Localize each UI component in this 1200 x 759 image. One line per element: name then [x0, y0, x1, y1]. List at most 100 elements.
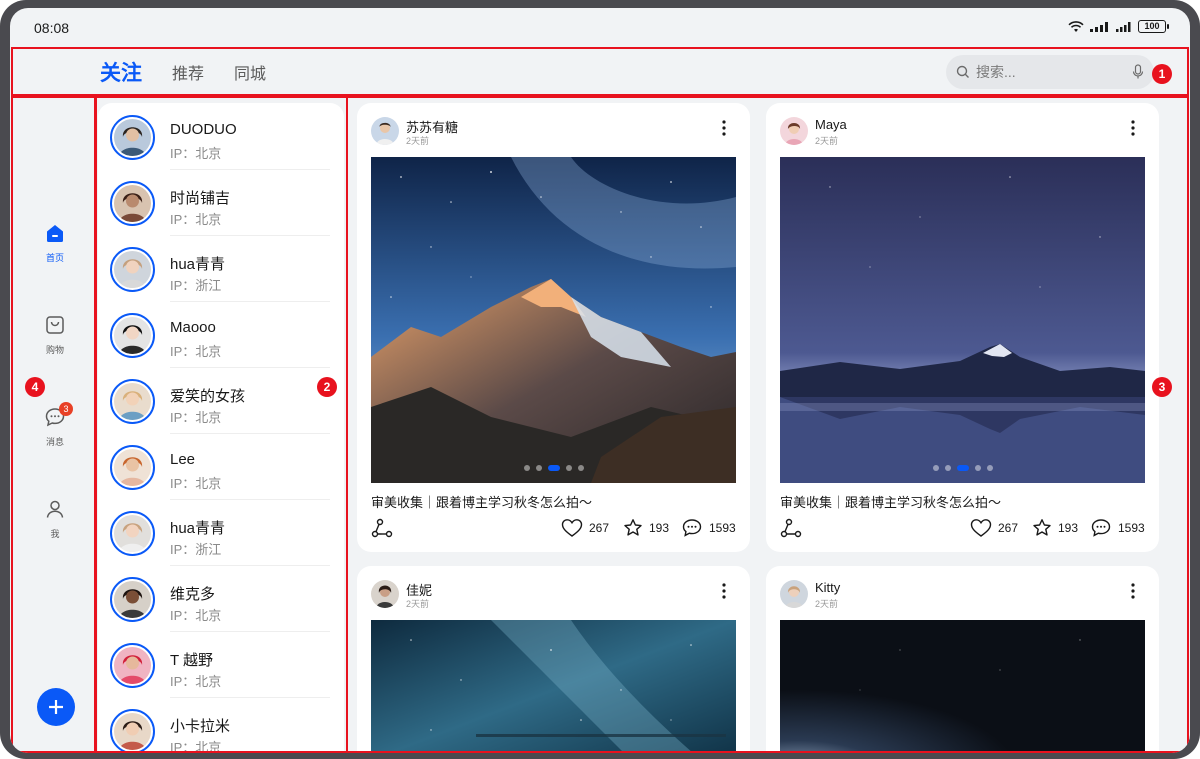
user-avatar[interactable]	[110, 511, 155, 556]
follow-list-item[interactable]: Lee IP：北京	[98, 434, 344, 500]
tab-follow[interactable]: 关注	[100, 57, 142, 87]
follow-list-item[interactable]: 小卡拉米 IP：北京	[98, 698, 344, 753]
favorite-count: 193	[649, 521, 670, 535]
follow-list-item[interactable]: DUODUO IP：北京	[98, 104, 344, 170]
follow-list-item[interactable]: T 越野 IP：北京	[98, 632, 344, 698]
top-tabs: 关注 推荐 同城	[100, 48, 296, 96]
post-image[interactable]	[371, 157, 736, 483]
post-card[interactable]: 佳妮 2天前	[357, 566, 750, 753]
post-time: 2天前	[406, 599, 430, 609]
post-caption[interactable]: 审美收集｜跟着博主学习秋冬怎么拍～	[780, 492, 1001, 511]
user-ip-location: IP：北京	[170, 344, 222, 359]
user-ip-location: IP：北京	[170, 212, 222, 227]
message-badge: 3	[59, 402, 73, 416]
nav-label-home: 首页	[45, 253, 64, 263]
author-avatar[interactable]	[371, 580, 399, 608]
more-icon[interactable]	[1125, 119, 1141, 137]
search-input[interactable]	[976, 64, 1126, 80]
post-card[interactable]: 苏苏有糖 2天前 审美收集｜跟着博主学习秋冬怎么拍～ 267 193 1593	[357, 103, 750, 552]
post-card[interactable]: Maya 2天前 审美收集｜跟着博主学习秋冬怎么拍～ 267 193 1593	[766, 103, 1159, 552]
like-button[interactable]: 267	[970, 518, 1018, 538]
person-icon	[46, 500, 64, 518]
follow-list: DUODUO IP：北京时尚铺吉 IP：北京 hua青青 IP：浙江 Maooo IP：北京…	[98, 103, 344, 753]
more-icon[interactable]	[716, 582, 732, 600]
user-avatar[interactable]	[110, 577, 155, 622]
user-ip-location: IP：北京	[170, 740, 222, 753]
heart-icon	[970, 519, 992, 537]
favorite-button[interactable]: 193	[1032, 518, 1078, 538]
status-bar: 08:08 100	[10, 8, 1190, 48]
comment-button[interactable]: 1593	[1090, 518, 1145, 538]
user-avatar[interactable]	[110, 115, 155, 160]
user-avatar[interactable]	[110, 247, 155, 292]
post-card[interactable]: Kitty 2天前	[766, 566, 1159, 753]
follow-list-item[interactable]: 维克多 IP：北京	[98, 566, 344, 632]
user-avatar[interactable]	[110, 643, 155, 688]
add-post-button[interactable]	[37, 688, 75, 726]
user-avatar[interactable]	[110, 313, 155, 358]
post-image[interactable]	[780, 157, 1145, 483]
author-avatar[interactable]	[780, 580, 808, 608]
user-ip-location: IP：浙江	[170, 542, 222, 557]
user-avatar[interactable]	[110, 709, 155, 753]
share-icon[interactable]	[371, 518, 393, 538]
tab-recommend[interactable]: 推荐	[172, 60, 204, 84]
home-icon	[47, 225, 63, 242]
author-avatar[interactable]	[371, 117, 399, 145]
author-avatar[interactable]	[780, 117, 808, 145]
user-avatar[interactable]	[110, 445, 155, 490]
user-name: 维克多	[170, 586, 216, 603]
post-caption[interactable]: 审美收集｜跟着博主学习秋冬怎么拍～	[371, 492, 592, 511]
like-count: 267	[998, 521, 1019, 535]
region-marker: 3	[1152, 377, 1172, 397]
search-box[interactable]	[946, 55, 1154, 89]
status-time: 08:08	[34, 20, 70, 36]
tab-local[interactable]: 同城	[234, 60, 266, 84]
nav-item-home[interactable]: 首页	[14, 222, 96, 264]
more-icon[interactable]	[1125, 582, 1141, 600]
side-nav: 首页 购物 3 消息 我	[14, 98, 96, 753]
microphone-icon[interactable]	[1132, 64, 1144, 80]
nav-item-me[interactable]: 我	[14, 498, 96, 540]
follow-list-item[interactable]: hua青青 IP：浙江	[98, 500, 344, 566]
signal-icon	[1116, 21, 1131, 32]
user-name: T 越野	[170, 652, 214, 669]
comment-count: 1593	[1118, 521, 1145, 535]
post-image[interactable]	[780, 620, 1145, 753]
signal-icon	[1090, 21, 1108, 32]
nav-label-me: 我	[50, 529, 60, 539]
follow-list-item[interactable]: 爱笑的女孩 IP：北京	[98, 368, 344, 434]
share-icon[interactable]	[780, 518, 802, 538]
user-avatar[interactable]	[110, 181, 155, 226]
like-button[interactable]: 267	[561, 518, 609, 538]
user-ip-location: IP：北京	[170, 608, 222, 623]
user-name: hua青青	[170, 256, 226, 273]
comment-button[interactable]: 1593	[681, 518, 736, 538]
follow-list-item[interactable]: hua青青 IP：浙江	[98, 236, 344, 302]
favorite-button[interactable]: 193	[623, 518, 669, 538]
user-avatar[interactable]	[110, 379, 155, 424]
more-icon[interactable]	[716, 119, 732, 137]
user-name: 时尚铺吉	[170, 190, 231, 207]
comment-icon	[1091, 519, 1111, 537]
nav-label-messages: 消息	[45, 437, 64, 447]
author-name[interactable]: Kitty	[815, 580, 840, 595]
follow-list-item[interactable]: 时尚铺吉 IP：北京	[98, 170, 344, 236]
nav-item-messages[interactable]: 3 消息	[14, 402, 96, 448]
follow-list-item[interactable]: Maooo IP：北京	[98, 302, 344, 368]
search-icon	[956, 65, 969, 78]
region-marker: 4	[25, 377, 45, 397]
region-marker: 2	[317, 377, 337, 397]
nav-item-shopping[interactable]: 购物	[14, 314, 96, 356]
author-name[interactable]: Maya	[815, 117, 847, 132]
user-ip-location: IP：北京	[170, 476, 222, 491]
comment-count: 1593	[709, 521, 736, 535]
shopping-bag-icon	[46, 316, 64, 334]
user-name: hua青青	[170, 520, 226, 537]
post-image[interactable]	[371, 620, 736, 753]
user-name: 小卡拉米	[170, 718, 231, 735]
star-icon	[624, 519, 642, 536]
comment-icon	[682, 519, 702, 537]
star-icon	[1033, 519, 1051, 536]
user-ip-location: IP：浙江	[170, 278, 222, 293]
